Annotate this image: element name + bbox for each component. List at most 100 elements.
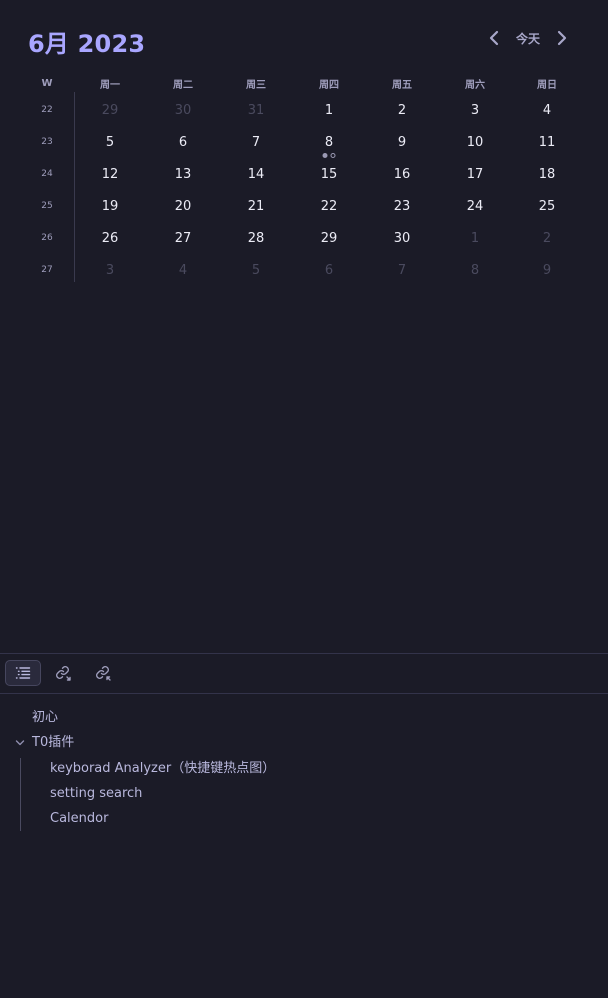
- week-number[interactable]: 27: [20, 254, 74, 286]
- calendar-day[interactable]: 19: [80, 190, 140, 222]
- calendar-view: 6月 2023 今天 W 周一 周二 周三 周四 周五 周六 周日 22 29 30…: [0, 0, 608, 300]
- day-number: 3: [105, 262, 115, 278]
- weekday-label: 周五: [392, 79, 412, 91]
- weekday-label: 周一: [100, 79, 120, 91]
- week-number[interactable]: 26: [20, 222, 74, 254]
- calendar-day[interactable]: 3: [80, 254, 140, 286]
- calendar-day[interactable]: 30: [372, 222, 432, 254]
- calendar-day[interactable]: 30: [153, 94, 213, 126]
- calendar-day[interactable]: 4: [517, 94, 577, 126]
- tab-backlinks[interactable]: [85, 660, 121, 686]
- calendar-day[interactable]: 1: [299, 94, 359, 126]
- day-number: 9: [542, 262, 552, 278]
- calendar-day[interactable]: 8: [299, 126, 359, 158]
- calendar-day[interactable]: 13: [153, 158, 213, 190]
- calendar-day[interactable]: 24: [445, 190, 505, 222]
- calendar-day[interactable]: 11: [517, 126, 577, 158]
- calendar-day[interactable]: 29: [299, 222, 359, 254]
- day-number: 29: [101, 102, 119, 118]
- day-number: 25: [538, 198, 556, 214]
- previous-month-button[interactable]: [484, 26, 504, 50]
- day-number: 23: [393, 198, 411, 214]
- day-number: 30: [393, 230, 411, 246]
- outline-subheading-item[interactable]: keyborad Analyzer（快捷键热点图）: [50, 759, 275, 779]
- calendar-day[interactable]: 17: [445, 158, 505, 190]
- week-number[interactable]: 22: [20, 94, 74, 126]
- calendar-day[interactable]: 21: [226, 190, 286, 222]
- tab-outgoing-links[interactable]: [45, 660, 81, 686]
- week-number[interactable]: 24: [20, 158, 74, 190]
- sidebar-tab-bar: [0, 654, 608, 693]
- day-number: 13: [174, 166, 192, 182]
- calendar-day[interactable]: 4: [153, 254, 213, 286]
- weekday-label: 周日: [537, 79, 557, 91]
- calendar-day[interactable]: 5: [80, 126, 140, 158]
- calendar-day[interactable]: 9: [372, 126, 432, 158]
- day-number: 22: [320, 198, 338, 214]
- day-number: 4: [178, 262, 188, 278]
- day-number: 7: [397, 262, 407, 278]
- collapse-toggle[interactable]: [14, 736, 26, 750]
- day-number: 5: [251, 262, 261, 278]
- calendar-day[interactable]: 16: [372, 158, 432, 190]
- calendar-week-row: 26 26 27 28 29 30 1 2: [20, 222, 588, 254]
- calendar-day[interactable]: 18: [517, 158, 577, 190]
- day-number: 16: [393, 166, 411, 182]
- day-number: 1: [470, 230, 480, 246]
- calendar-week-row: 25 19 20 21 22 23 24 25: [20, 190, 588, 222]
- calendar-day[interactable]: 9: [517, 254, 577, 286]
- calendar-day[interactable]: 20: [153, 190, 213, 222]
- calendar-week-row: 27 3 4 5 6 7 8 9: [20, 254, 588, 286]
- calendar-day[interactable]: 2: [517, 222, 577, 254]
- calendar-day[interactable]: 3: [445, 94, 505, 126]
- calendar-day[interactable]: 23: [372, 190, 432, 222]
- week-number[interactable]: 23: [20, 126, 74, 158]
- outline-heading-item[interactable]: T0插件: [32, 733, 74, 753]
- outline-heading-item[interactable]: 初心: [32, 708, 58, 728]
- day-number: 10: [466, 134, 484, 150]
- calendar-day[interactable]: 26: [80, 222, 140, 254]
- day-number: 9: [397, 134, 407, 150]
- calendar-day[interactable]: 12: [80, 158, 140, 190]
- calendar-day[interactable]: 28: [226, 222, 286, 254]
- calendar-day[interactable]: 5: [226, 254, 286, 286]
- calendar-day[interactable]: 1: [445, 222, 505, 254]
- day-number: 4: [542, 102, 552, 118]
- calendar-day[interactable]: 10: [445, 126, 505, 158]
- list-icon: [15, 667, 31, 679]
- day-number: 8: [324, 134, 334, 150]
- calendar-day[interactable]: 27: [153, 222, 213, 254]
- today-button[interactable]: 今天: [516, 30, 540, 47]
- day-number: 12: [101, 166, 119, 182]
- outline-subheading-item[interactable]: setting search: [50, 784, 142, 804]
- day-number: 20: [174, 198, 192, 214]
- calendar-day[interactable]: 6: [299, 254, 359, 286]
- calendar-day[interactable]: 29: [80, 94, 140, 126]
- day-number: 18: [538, 166, 556, 182]
- chevron-right-icon: [557, 30, 567, 46]
- calendar-day[interactable]: 8: [445, 254, 505, 286]
- calendar-day[interactable]: 15: [299, 158, 359, 190]
- calendar-day[interactable]: 14: [226, 158, 286, 190]
- day-number: 2: [397, 102, 407, 118]
- calendar-day[interactable]: 25: [517, 190, 577, 222]
- calendar-grid: W 周一 周二 周三 周四 周五 周六 周日 22 29 30 31 1 2 3 4 23 5 6 7…: [20, 72, 588, 286]
- day-number: 6: [178, 134, 188, 150]
- day-number: 14: [247, 166, 265, 182]
- outline-subheading-item[interactable]: Calendor: [50, 809, 108, 829]
- calendar-day[interactable]: 7: [226, 126, 286, 158]
- calendar-day[interactable]: 31: [226, 94, 286, 126]
- backlink-icon: [96, 666, 111, 681]
- calendar-day[interactable]: 22: [299, 190, 359, 222]
- day-number: 24: [466, 198, 484, 214]
- next-month-button[interactable]: [552, 26, 572, 50]
- day-number: 27: [174, 230, 192, 246]
- calendar-day[interactable]: 2: [372, 94, 432, 126]
- calendar-day[interactable]: 6: [153, 126, 213, 158]
- chevron-left-icon: [489, 30, 499, 46]
- day-number: 21: [247, 198, 265, 214]
- week-number[interactable]: 25: [20, 190, 74, 222]
- tab-outline[interactable]: [5, 660, 41, 686]
- weekday-label: 周四: [319, 79, 339, 91]
- calendar-day[interactable]: 7: [372, 254, 432, 286]
